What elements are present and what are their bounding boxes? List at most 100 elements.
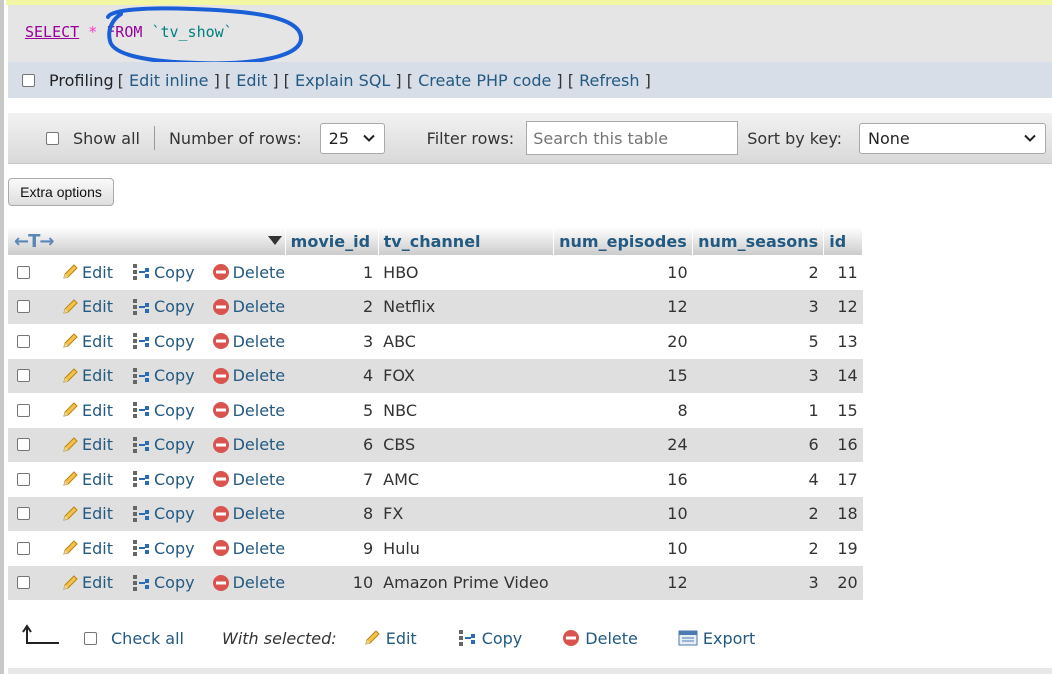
cell-num-seasons[interactable]: 2 [692,255,824,290]
bulk-export-button[interactable]: Export [678,629,755,648]
row-edit-button[interactable]: Edit [61,470,113,489]
cell-movie-id[interactable]: 6 [285,427,379,462]
row-checkbox[interactable] [17,300,30,314]
table-row[interactable]: Edit Copy Delete 2 Netflix 12 3 12 [8,289,863,324]
cell-tv-channel[interactable]: NBC [378,393,554,428]
row-delete-button[interactable]: Delete [212,263,285,282]
row-edit-button[interactable]: Edit [61,332,113,351]
row-delete-button[interactable]: Delete [212,366,285,385]
row-delete-button[interactable]: Delete [212,297,285,316]
row-checkbox[interactable] [17,576,30,590]
bulk-edit-button[interactable]: Edit [363,629,417,648]
cell-tv-channel[interactable]: Netflix [378,289,554,324]
table-row[interactable]: Edit Copy Delete 6 CBS 24 6 16 [8,427,863,462]
column-header-num-episodes[interactable]: num_episodes [553,227,694,255]
show-all-checkbox[interactable] [46,131,59,145]
cell-num-seasons[interactable]: 6 [692,427,824,462]
cell-num-seasons[interactable]: 5 [692,324,824,359]
row-edit-button[interactable]: Edit [61,539,113,558]
row-copy-button[interactable]: Copy [131,297,195,316]
row-delete-button[interactable]: Delete [212,401,285,420]
row-delete-button[interactable]: Delete [212,332,285,351]
cell-movie-id[interactable]: 2 [285,289,379,324]
cell-movie-id[interactable]: 8 [285,496,379,531]
bulk-copy-button[interactable]: Copy [457,629,522,648]
row-edit-button[interactable]: Edit [61,435,113,454]
bulk-delete-button[interactable]: Delete [562,629,638,648]
row-checkbox[interactable] [17,438,30,452]
column-header-tv-channel[interactable]: tv_channel [378,227,555,255]
refresh-link[interactable]: Refresh [579,71,639,90]
edit-inline-link[interactable]: Edit inline [129,71,209,90]
row-copy-button[interactable]: Copy [131,263,195,282]
cell-num-seasons[interactable]: 1 [692,393,824,428]
row-checkbox[interactable] [17,369,30,383]
cell-num-seasons[interactable]: 4 [692,462,824,497]
column-resize-arrows-icon[interactable]: ←T→ [14,231,54,252]
cell-num-episodes[interactable]: 16 [553,462,693,497]
table-row[interactable]: Edit Copy Delete 8 FX 10 2 18 [8,496,863,531]
table-row[interactable]: Edit Copy Delete 5 NBC 8 1 15 [8,393,863,428]
check-all-checkbox[interactable] [84,631,97,645]
table-row[interactable]: Edit Copy Delete 9 Hulu 10 2 19 [8,531,863,566]
cell-movie-id[interactable]: 4 [285,358,379,393]
row-copy-button[interactable]: Copy [131,366,195,385]
cell-num-episodes[interactable]: 15 [553,358,693,393]
sql-keyword-select[interactable]: SELECT [25,23,79,41]
row-delete-button[interactable]: Delete [212,504,285,523]
row-checkbox[interactable] [17,507,30,521]
row-delete-button[interactable]: Delete [212,539,285,558]
profiling-checkbox[interactable] [22,73,35,87]
cell-movie-id[interactable]: 5 [285,393,379,428]
sort-by-key-select[interactable]: None [859,122,1047,154]
cell-num-episodes[interactable]: 12 [553,565,693,600]
explain-sql-link[interactable]: Explain SQL [295,71,390,90]
table-row[interactable]: Edit Copy Delete 4 FOX 15 3 14 [8,358,863,393]
row-edit-button[interactable]: Edit [61,366,113,385]
cell-id[interactable]: 15 [823,393,863,428]
row-edit-button[interactable]: Edit [61,573,113,592]
cell-movie-id[interactable]: 9 [285,531,379,566]
cell-num-episodes[interactable]: 10 [553,255,693,290]
row-copy-button[interactable]: Copy [131,573,195,592]
cell-num-episodes[interactable]: 10 [553,496,693,531]
cell-movie-id[interactable]: 10 [285,565,379,600]
row-edit-button[interactable]: Edit [61,263,113,282]
extra-options-button[interactable]: Extra options [8,178,114,206]
cell-tv-channel[interactable]: HBO [378,255,554,290]
edit-link[interactable]: Edit [236,71,267,90]
cell-tv-channel[interactable]: FX [378,496,554,531]
row-copy-button[interactable]: Copy [131,401,195,420]
column-header-movie-id[interactable]: movie_id [285,227,379,255]
table-row[interactable]: Edit Copy Delete 1 HBO 10 2 11 [8,255,863,290]
table-row[interactable]: Edit Copy Delete 10 Amazon Prime Video 12 3 20 [8,565,863,600]
cell-num-episodes[interactable]: 10 [553,531,693,566]
cell-movie-id[interactable]: 3 [285,324,379,359]
cell-id[interactable]: 12 [823,289,863,324]
cell-num-episodes[interactable]: 12 [553,289,693,324]
table-row[interactable]: Edit Copy Delete 3 ABC 20 5 13 [8,324,863,359]
number-of-rows-select[interactable]: 25 [319,122,385,154]
cell-movie-id[interactable]: 1 [285,255,379,290]
column-header-num-seasons[interactable]: num_seasons [692,227,825,255]
cell-id[interactable]: 11 [823,255,863,290]
table-row[interactable]: Edit Copy Delete 7 AMC 16 4 17 [8,462,863,497]
cell-tv-channel[interactable]: FOX [378,358,554,393]
search-table-input[interactable] [526,121,739,155]
cell-id[interactable]: 18 [823,496,863,531]
show-all-label[interactable]: Show all [73,129,140,148]
cell-id[interactable]: 20 [823,565,863,600]
cell-id[interactable]: 14 [823,358,863,393]
cell-tv-channel[interactable]: AMC [378,462,554,497]
row-delete-button[interactable]: Delete [212,435,285,454]
row-checkbox[interactable] [17,472,30,486]
cell-tv-channel[interactable]: Hulu [378,531,554,566]
cell-tv-channel[interactable]: ABC [378,324,554,359]
cell-num-seasons[interactable]: 3 [692,565,824,600]
cell-num-episodes[interactable]: 8 [553,393,693,428]
sort-triangle-icon[interactable] [268,236,282,246]
create-php-code-link[interactable]: Create PHP code [418,71,551,90]
cell-id[interactable]: 17 [823,462,863,497]
row-checkbox[interactable] [17,334,30,348]
row-checkbox[interactable] [17,541,30,555]
